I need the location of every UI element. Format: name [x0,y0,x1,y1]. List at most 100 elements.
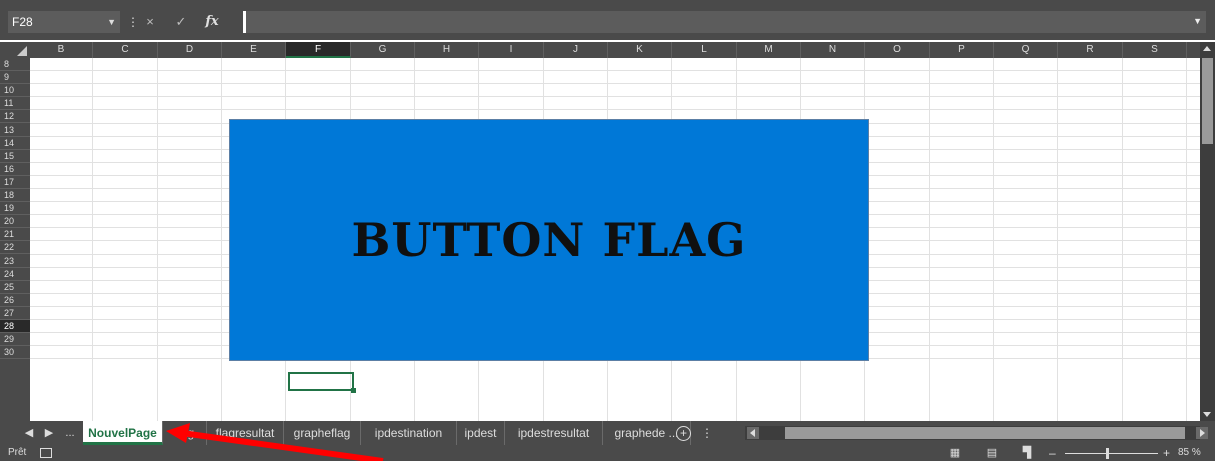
column-header-J[interactable]: J [544,42,608,58]
row-header-10[interactable]: 10 [0,84,30,98]
sheet-tab-ipdestresultat[interactable]: ipdestresultat [505,421,603,445]
column-header-L[interactable]: L [672,42,737,58]
more-sheets-button[interactable]: ... [60,421,80,445]
row-header-30[interactable]: 30 [0,346,30,360]
add-sheet-button[interactable]: + [676,426,691,441]
button-flag-shape[interactable]: BUTTON FLAG [229,119,869,361]
name-box[interactable]: F28 ▼ [8,11,120,33]
column-gridline [157,58,158,421]
formula-input[interactable]: ▼ [243,11,1206,33]
row-gridline [30,96,1200,98]
status-text: Prêt [8,447,27,458]
excel-window: F28 ▼ ⋮ × ✓ fx ▼ BCDEFGHIJKLMNOPQRS 8 9 10 1… [0,0,1215,461]
sheet-tab-nouvelpage[interactable]: NouvelPage [83,421,163,445]
row-header-17[interactable]: 17 [0,176,30,189]
page-break-view-icon[interactable]: ▜ [1020,447,1034,459]
row-header-22[interactable]: 22 [0,241,30,255]
column-header-F[interactable]: F [286,42,351,58]
column-gridline [1186,58,1187,421]
column-header-G[interactable]: G [351,42,415,58]
vertical-scrollbar[interactable] [1200,42,1215,421]
row-header-9[interactable]: 9 [0,71,30,85]
scroll-left-icon[interactable] [747,427,759,439]
column-gridline [221,58,222,421]
column-header-R[interactable]: R [1058,42,1123,58]
row-header-8[interactable]: 8 [0,58,30,72]
sheet-tab-flag[interactable]: flag [163,421,207,445]
row-header-26[interactable]: 26 [0,294,30,307]
column-header-H[interactable]: H [415,42,479,58]
column-header-C[interactable]: C [93,42,158,58]
select-all-button[interactable] [0,42,30,58]
active-cell-F28[interactable] [288,372,356,393]
row-header-28[interactable]: 28 [0,320,30,334]
sheet-tab-ipdest[interactable]: ipdest [457,421,505,445]
row-header-18[interactable]: 18 [0,189,30,203]
column-header-K[interactable]: K [608,42,672,58]
page-layout-view-icon[interactable]: ▤ [985,447,999,459]
formula-options-icon[interactable]: ⋮ [127,14,139,30]
row-header-20[interactable]: 20 [0,215,30,229]
status-bar: Prêt ▦ ▤ ▜ – + 85 % [0,445,1215,461]
column-header-B[interactable]: B [30,42,93,58]
column-header-D[interactable]: D [158,42,222,58]
row-headers: 8 9 10 11 12 13 14 15 16 17 18 19 20 21 22 23 24 25 26 27 28… [0,58,30,421]
column-header-S[interactable]: S [1123,42,1187,58]
row-header-27[interactable]: 27 [0,307,30,320]
column-gridline [1057,58,1058,421]
zoom-level[interactable]: 85 % [1178,445,1201,461]
vertical-scroll-thumb[interactable] [1202,58,1213,144]
column-header-O[interactable]: O [865,42,930,58]
zoom-slider[interactable] [1065,453,1158,454]
horizontal-scroll-thumb[interactable] [785,427,1185,439]
column-header-M[interactable]: M [737,42,801,58]
row-gridline [30,70,1200,72]
button-flag-label: BUTTON FLAG [351,213,747,267]
row-header-29[interactable]: 29 [0,333,30,347]
zoom-out-button[interactable]: – [1049,445,1056,461]
row-header-12[interactable]: 12 [0,110,30,124]
sheet-tab-bar: ◀ ▶ ... NouvelPage flag flagresultat graphe… [0,421,1215,445]
horizontal-scrollbar[interactable] [745,426,1208,440]
row-header-11[interactable]: 11 [0,97,30,111]
column-header-P[interactable]: P [930,42,994,58]
cancel-icon[interactable]: × [141,11,159,33]
row-header-21[interactable]: 21 [0,228,30,242]
column-headers: BCDEFGHIJKLMNOPQRS [0,42,1200,58]
row-gridline [30,109,1200,111]
next-sheet-icon[interactable]: ▶ [42,421,56,445]
name-box-value: F28 [12,15,33,29]
row-header-23[interactable]: 23 [0,255,30,268]
column-header-Q[interactable]: Q [994,42,1058,58]
sheet-tab-grapheflag[interactable]: grapheflag [284,421,361,445]
scroll-up-icon[interactable] [1203,46,1211,51]
formula-toolbar: F28 ▼ ⋮ × ✓ fx ▼ [0,0,1215,40]
zoom-slider-thumb[interactable] [1106,448,1109,459]
name-box-dropdown-icon[interactable]: ▼ [107,11,116,33]
sheet-tab-flagresultat[interactable]: flagresultat [207,421,284,445]
scroll-down-icon[interactable] [1203,412,1211,417]
row-gridline [30,83,1200,85]
normal-view-icon[interactable]: ▦ [948,447,962,459]
sheet-tab-ipdestination[interactable]: ipdestination [361,421,457,445]
prev-sheet-icon[interactable]: ◀ [22,421,36,445]
row-header-16[interactable]: 16 [0,163,30,176]
column-header-E[interactable]: E [222,42,286,58]
row-header-19[interactable]: 19 [0,202,30,216]
worksheet-grid[interactable]: BUTTON FLAG [30,58,1200,421]
enter-icon[interactable]: ✓ [172,11,190,33]
row-header-13[interactable]: 13 [0,124,30,137]
insert-function-button[interactable]: fx [202,11,222,33]
row-header-14[interactable]: 14 [0,137,30,150]
column-header-I[interactable]: I [479,42,544,58]
scroll-right-icon[interactable] [1196,427,1208,439]
column-header-N[interactable]: N [801,42,865,58]
macro-record-icon[interactable] [40,448,52,458]
row-header-15[interactable]: 15 [0,150,30,163]
tab-split-handle-icon[interactable]: ⋮ [701,421,713,445]
row-header-25[interactable]: 25 [0,281,30,294]
row-header-24[interactable]: 24 [0,268,30,281]
column-gridline [929,58,930,421]
zoom-in-button[interactable]: + [1163,445,1170,461]
expand-formula-icon[interactable]: ▼ [1193,16,1202,26]
